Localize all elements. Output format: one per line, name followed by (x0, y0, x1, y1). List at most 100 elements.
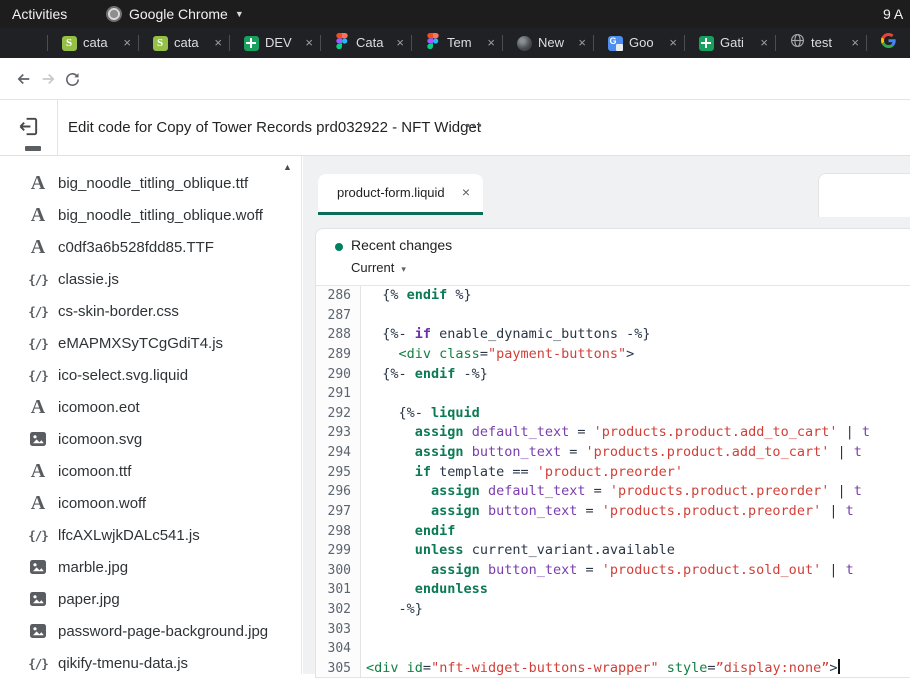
code-line: 296 assign default_text = 'products.prod… (316, 482, 910, 502)
browser-tab-New[interactable]: New× (503, 28, 594, 58)
more-actions-button[interactable]: ••• (466, 100, 484, 153)
file-type-font-icon: A (27, 460, 49, 483)
close-tab-icon[interactable]: × (669, 28, 677, 58)
close-tab-icon[interactable]: × (760, 28, 768, 58)
browser-tab-test[interactable]: test× (776, 28, 867, 58)
line-number: 304 (316, 639, 361, 659)
clock[interactable]: 9 A (883, 0, 903, 28)
browser-tab-Goo[interactable]: GGoo× (594, 28, 685, 58)
code-line: 300 assign button_text = 'products.produ… (316, 561, 910, 581)
code-line: 290 {%- endif -%} (316, 365, 910, 385)
code-line: 288 {%- if enable_dynamic_buttons -%} (316, 325, 910, 345)
google-g-favicon-icon (881, 33, 896, 53)
code-line: 301 endunless (316, 580, 910, 600)
browser-tab-Tem[interactable]: Tem× (412, 28, 503, 58)
tab-favicon (516, 35, 532, 51)
browser-tab-g[interactable] (867, 28, 910, 58)
close-tab-icon[interactable]: × (851, 28, 859, 58)
exit-code-editor-button[interactable] (17, 115, 40, 143)
file-item[interactable]: {/}ico-select.svg.liquid (0, 359, 301, 391)
tab-favicon: G (607, 35, 623, 51)
editor-tab-product-form[interactable]: product-form.liquid × (318, 174, 483, 215)
file-item[interactable]: {/}eMAPMXSyTCgGdiT4.js (0, 327, 301, 359)
browser-tab-Gati[interactable]: Gati× (685, 28, 776, 58)
shopify-favicon-icon: S (153, 36, 168, 51)
code-line-content: {%- endif -%} (361, 365, 488, 385)
tab-label (902, 28, 910, 58)
scroll-up-arrow[interactable]: ▲ (283, 162, 292, 172)
close-tab-icon[interactable]: × (214, 28, 222, 58)
line-number: 289 (316, 345, 361, 365)
editor-tab-label: product-form.liquid (337, 174, 445, 212)
file-name: paper.jpg (58, 591, 120, 608)
close-tab-icon[interactable]: × (396, 28, 404, 58)
file-type-code-icon: {/} (27, 656, 49, 671)
code-line: 294 assign button_text = 'products.produ… (316, 443, 910, 463)
file-item[interactable]: paper.jpg (0, 583, 301, 615)
back-button[interactable] (12, 67, 36, 91)
file-item[interactable]: Abig_noodle_titling_oblique.ttf (0, 167, 301, 199)
close-tab-icon[interactable]: × (305, 28, 313, 58)
browser-tab-DEV[interactable]: DEV× (230, 28, 321, 58)
file-item[interactable]: Aicomoon.ttf (0, 455, 301, 487)
line-number: 288 (316, 325, 361, 345)
file-item[interactable]: {/}classie.js (0, 263, 301, 295)
code-line: 289 <div class="payment-buttons"> (316, 345, 910, 365)
line-number: 303 (316, 620, 361, 640)
code-line-content: {% endif %} (361, 286, 472, 306)
close-tab-icon[interactable]: × (578, 28, 586, 58)
file-name: big_noodle_titling_oblique.ttf (58, 175, 248, 192)
file-item[interactable]: Aicomoon.woff (0, 487, 301, 519)
tab-favicon: S (152, 35, 168, 51)
line-number: 286 (316, 286, 361, 306)
text-cursor (838, 659, 840, 674)
close-tab-icon[interactable]: × (462, 174, 470, 211)
code-line: 286 {% endif %} (316, 286, 910, 306)
line-number: 298 (316, 522, 361, 542)
file-item[interactable]: Abig_noodle_titling_oblique.woff (0, 199, 301, 231)
tab-separator (138, 35, 139, 51)
version-dropdown[interactable]: Current▾ (351, 260, 406, 275)
browser-tab-cata[interactable]: Scata× (139, 28, 230, 58)
close-tab-icon[interactable]: × (123, 28, 131, 58)
file-item[interactable]: marble.jpg (0, 551, 301, 583)
reload-button[interactable] (60, 67, 84, 91)
file-type-font-icon: A (27, 396, 49, 419)
file-type-code-icon: {/} (27, 272, 49, 287)
file-item[interactable]: icomoon.svg (0, 423, 301, 455)
file-name: eMAPMXSyTCgGdiT4.js (58, 335, 223, 352)
file-item[interactable]: Aicomoon.eot (0, 391, 301, 423)
file-item[interactable]: Ac0df3a6b528fdd85.TTF (0, 231, 301, 263)
browser-tab-cata[interactable]: Scata× (48, 28, 139, 58)
chevron-down-icon: ▾ (401, 264, 406, 274)
chevron-down-icon: ▼ (235, 0, 244, 28)
app-menu[interactable]: Google Chrome ▼ (106, 0, 244, 28)
code-line: 304 (316, 639, 910, 659)
browser-tab-Cata[interactable]: Cata× (321, 28, 412, 58)
header-divider (57, 100, 58, 155)
activities-button[interactable]: Activities (12, 0, 67, 28)
code-editor[interactable]: 286 {% endif %}287288 {%- if enable_dyna… (316, 286, 910, 678)
file-item[interactable]: {/}lfcAXLwjkDALc541.js (0, 519, 301, 551)
recent-changes-label: Recent changes (351, 237, 452, 253)
file-name: big_noodle_titling_oblique.woff (58, 207, 263, 224)
file-type-font-icon: A (27, 236, 49, 259)
file-item[interactable]: password-page-background.jpg (0, 615, 301, 647)
code-line: 291 (316, 384, 910, 404)
file-name: marble.jpg (58, 559, 128, 576)
tab-favicon (698, 35, 714, 51)
file-item[interactable]: {/}cs-skin-border.css (0, 295, 301, 327)
tab-favicon (425, 35, 441, 51)
tab-separator (684, 35, 685, 51)
forward-button[interactable] (36, 67, 60, 91)
close-tab-icon[interactable]: × (487, 28, 495, 58)
line-number: 291 (316, 384, 361, 404)
line-number: 292 (316, 404, 361, 424)
code-line-content: assign default_text = 'products.product.… (361, 482, 862, 502)
line-number: 290 (316, 365, 361, 385)
code-line-content: <div id="nft-widget-buttons-wrapper" sty… (361, 659, 840, 678)
tab-separator (229, 35, 230, 51)
line-number: 300 (316, 561, 361, 581)
file-item[interactable]: {/}qikify-tmenu-data.js (0, 647, 301, 674)
tab-favicon (789, 35, 805, 51)
